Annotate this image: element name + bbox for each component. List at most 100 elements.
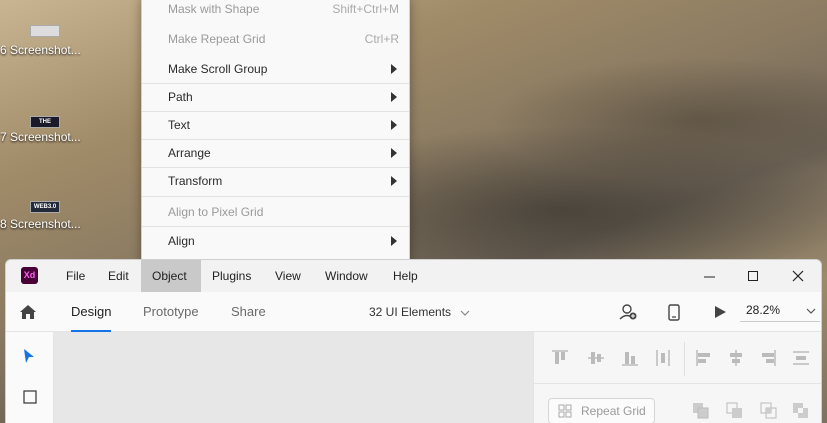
align-left-icon — [696, 350, 710, 366]
document-title[interactable]: 32 UI Elements — [369, 292, 470, 332]
play-preview-button[interactable] — [710, 302, 730, 322]
home-button[interactable] — [18, 302, 38, 322]
select-tool-button[interactable] — [23, 348, 35, 367]
align-right-button[interactable] — [758, 348, 778, 368]
mobile-device-icon — [668, 303, 680, 321]
menu-item-label: Mask with Shape — [168, 2, 260, 16]
menu-item-arrange[interactable]: Arrange — [142, 139, 409, 167]
menu-item-label: Arrange — [168, 146, 211, 160]
menu-window[interactable]: Window — [314, 260, 379, 292]
menu-shortcut: Ctrl+R — [364, 32, 399, 46]
submenu-arrow-icon — [391, 236, 397, 246]
menu-item-label: Text — [168, 118, 191, 132]
menu-item-align-to-pixel-grid[interactable]: Align to Pixel Grid — [142, 198, 409, 226]
distribute-vertical-icon — [656, 350, 670, 366]
align-middle-icon — [588, 352, 604, 364]
rectangle-tool-button[interactable] — [23, 390, 37, 407]
boolean-subtract-button[interactable] — [726, 402, 746, 422]
device-preview-button[interactable] — [664, 302, 684, 322]
menu-item-transform[interactable]: Transform — [142, 167, 409, 195]
object-menu: Mask with Shape Shift+Ctrl+M Make Repeat… — [141, 0, 410, 261]
desktop-icon-label: 7 Screenshot... — [0, 130, 81, 144]
menu-separator — [142, 196, 409, 197]
top-toolbar: Design Prototype Share 32 UI Elements 28… — [6, 292, 821, 332]
tab-share[interactable]: Share — [231, 292, 266, 332]
boolean-intersect-icon — [760, 402, 777, 419]
minimize-button[interactable] — [686, 260, 732, 292]
boolean-exclude-icon — [793, 403, 808, 418]
close-button[interactable] — [775, 260, 821, 292]
align-top-icon — [552, 350, 568, 364]
rectangle-icon — [23, 390, 37, 404]
menu-item-path[interactable]: Path — [142, 83, 409, 111]
menu-item-align[interactable]: Align — [142, 227, 409, 255]
align-top-button[interactable] — [550, 348, 570, 368]
distribute-vertical-button[interactable] — [653, 348, 673, 368]
boolean-add-button[interactable] — [692, 402, 712, 422]
menu-item-make-repeat-grid[interactable]: Make Repeat Grid Ctrl+R — [142, 25, 409, 53]
menu-item-make-scroll-group[interactable]: Make Scroll Group — [142, 55, 409, 83]
menu-plugins[interactable]: Plugins — [201, 260, 262, 292]
xd-logo-icon: Xd — [21, 267, 38, 284]
design-canvas[interactable] — [54, 332, 533, 423]
document-title-text: 32 UI Elements — [369, 305, 452, 319]
tab-prototype[interactable]: Prototype — [143, 292, 199, 332]
minimize-icon — [703, 276, 715, 277]
distribute-horizontal-icon — [793, 351, 809, 365]
thumbnail-icon: WEB3.0 — [30, 201, 60, 213]
distribute-horizontal-button[interactable] — [791, 348, 811, 368]
maximize-icon — [747, 270, 758, 281]
align-toolbar — [534, 332, 821, 384]
align-bottom-icon — [622, 352, 638, 366]
submenu-arrow-icon — [391, 148, 397, 158]
repeat-grid-label: Repeat Grid — [581, 404, 646, 418]
desktop-icon-screenshot-6[interactable]: 6 Screenshot... — [0, 22, 120, 82]
boolean-add-icon — [693, 403, 709, 419]
menu-item-label: Align — [168, 234, 195, 248]
home-icon — [20, 305, 36, 319]
menu-view[interactable]: View — [264, 260, 312, 292]
close-icon — [792, 270, 804, 282]
align-bottom-button[interactable] — [620, 348, 640, 368]
boolean-intersect-button[interactable] — [760, 402, 780, 422]
share-user-button[interactable] — [618, 302, 638, 322]
property-inspector: Repeat Grid — [533, 332, 821, 423]
xd-window: Xd File Edit Object Plugins View Window … — [5, 259, 822, 423]
menu-item-label: Transform — [168, 174, 223, 188]
submenu-arrow-icon — [391, 120, 397, 130]
menu-object[interactable]: Object — [141, 260, 201, 292]
zoom-select[interactable]: 28.2% — [740, 298, 820, 322]
menu-item-text[interactable]: Text — [142, 111, 409, 139]
menu-bar: Xd File Edit Object Plugins View Window … — [6, 260, 821, 292]
align-left-button[interactable] — [694, 348, 714, 368]
repeat-grid-icon — [558, 404, 572, 418]
menu-item-label: Make Repeat Grid — [168, 32, 266, 46]
align-divider — [684, 342, 685, 376]
menu-item-label: Align to Pixel Grid — [168, 205, 264, 219]
desktop-icon-screenshot-7[interactable]: THE SKETCH 7 Screenshot... — [0, 110, 120, 170]
repeat-grid-button[interactable]: Repeat Grid — [548, 398, 655, 423]
tab-design[interactable]: Design — [71, 292, 112, 332]
menu-help[interactable]: Help — [382, 260, 429, 292]
desktop-icon-label: 6 Screenshot... — [0, 43, 81, 57]
menu-file[interactable]: File — [55, 260, 96, 292]
submenu-arrow-icon — [391, 64, 397, 74]
maximize-button[interactable] — [730, 260, 776, 292]
zoom-value: 28.2% — [746, 303, 781, 317]
thumbnail-icon — [30, 25, 60, 37]
menu-item-mask-with-shape[interactable]: Mask with Shape Shift+Ctrl+M — [142, 0, 409, 23]
menu-edit[interactable]: Edit — [97, 260, 140, 292]
boolean-subtract-icon — [726, 402, 742, 418]
align-center-button[interactable] — [726, 348, 746, 368]
desktop-icon-label: 8 Screenshot... — [0, 217, 81, 231]
tools-rail — [6, 332, 54, 423]
play-icon — [715, 306, 726, 318]
thumbnail-icon: THE SKETCH — [30, 116, 60, 128]
select-arrow-icon — [24, 349, 34, 363]
boolean-exclude-button[interactable] — [792, 402, 812, 422]
align-center-icon — [730, 350, 742, 366]
menu-item-label: Path — [168, 90, 193, 104]
align-middle-button[interactable] — [586, 348, 606, 368]
desktop-icon-screenshot-8[interactable]: WEB3.0 8 Screenshot... — [0, 197, 120, 257]
chevron-down-icon — [806, 308, 816, 314]
